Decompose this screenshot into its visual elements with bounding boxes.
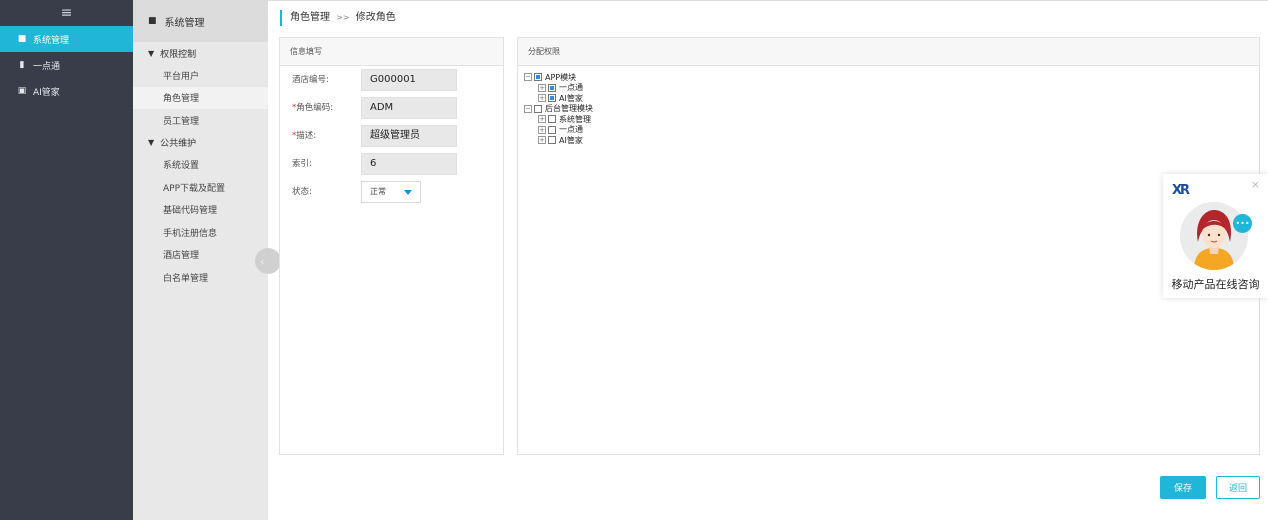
tree-node-admin-module: − 后台管理模块 <box>524 104 593 115</box>
sub-group-permission[interactable]: ▼ 权限控制 <box>133 42 268 64</box>
sub-sidebar: ■ 系统管理 ▼ 权限控制 平台用户 角色管理 员工管理 ▼ 公共维护 系统设置… <box>133 0 268 520</box>
info-panel: 信息填写 酒店编号: G000001 *角色编码: ADM *描述: 超级管理员… <box>279 37 504 455</box>
nav-item-ai-butler[interactable]: ▣ AI管家 <box>0 78 133 104</box>
sub-item-whitelist[interactable]: 白名单管理 <box>133 266 268 289</box>
tree-checkbox[interactable] <box>534 73 542 82</box>
expand-plus-icon[interactable]: + <box>538 125 546 134</box>
sub-item-app-download[interactable]: APP下载及配置 <box>133 176 268 199</box>
breadcrumb: 角色管理 >> 修改角色 <box>280 10 396 26</box>
menu-toggle-icon[interactable]: ≡ <box>0 0 133 26</box>
role-code-input[interactable]: ADM <box>361 97 457 119</box>
grid-icon: ■ <box>148 16 157 26</box>
tree-checkbox[interactable] <box>548 94 556 103</box>
main-sidebar: ≡ ■ 系统管理 ▮ 一点通 ▣ AI管家 <box>0 0 133 520</box>
caret-down-icon: ▼ <box>148 138 155 147</box>
permission-panel-title: 分配权限 <box>518 38 1259 66</box>
bar-chart-icon: ▮ <box>19 60 25 70</box>
tree-checkbox[interactable] <box>548 125 556 134</box>
chat-bubble-icon: ••• <box>1233 214 1252 233</box>
sub-item-phone-registration[interactable]: 手机注册信息 <box>133 221 268 244</box>
sub-group-public[interactable]: ▼ 公共维护 <box>133 132 268 154</box>
index-label: 索引: <box>292 159 312 169</box>
tree-node-label: 一点通 <box>559 125 583 135</box>
collapse-minus-icon[interactable]: − <box>524 73 532 82</box>
tree-checkbox[interactable] <box>534 104 542 113</box>
collapse-minus-icon[interactable]: − <box>524 104 532 113</box>
save-button[interactable]: 保存 <box>1160 476 1206 499</box>
hotel-code-input[interactable]: G000001 <box>361 69 457 91</box>
nav-item-system[interactable]: ■ 系统管理 <box>0 26 133 52</box>
sub-item-system-settings[interactable]: 系统设置 <box>133 154 268 177</box>
tree-node-app-ai-butler: + AI管家 <box>524 93 593 104</box>
nav-item-label: 一点通 <box>33 61 61 72</box>
breadcrumb-separator: >> <box>336 13 350 22</box>
expand-plus-icon[interactable]: + <box>538 83 546 92</box>
support-agent-icon <box>1180 202 1248 270</box>
sub-item-staff-management[interactable]: 员工管理 <box>133 109 268 132</box>
expand-plus-icon[interactable]: + <box>538 115 546 124</box>
description-label: *描述: <box>292 131 317 141</box>
tree-node-admin-system: + 系统管理 <box>524 114 593 125</box>
breadcrumb-current: 修改角色 <box>355 12 396 23</box>
consult-text: 移动产品在线咨询 <box>1171 278 1260 291</box>
breadcrumb-parent[interactable]: 角色管理 <box>290 12 330 23</box>
permission-panel: 分配权限 − APP模块 + 一点通 + AI管家 − 后台管理模块 + 系统管… <box>517 37 1260 455</box>
sub-item-hotel-management[interactable]: 酒店管理 <box>133 244 268 267</box>
tree-node-app-yidiantong: + 一点通 <box>524 83 593 94</box>
permission-tree: − APP模块 + 一点通 + AI管家 − 后台管理模块 + 系统管理 + 一… <box>524 72 593 146</box>
status-select-value: 正常 <box>370 187 386 196</box>
index-input[interactable]: 6 <box>361 153 457 175</box>
caret-down-icon: ▼ <box>148 48 155 58</box>
collapse-sidebar-button[interactable]: ‹ <box>255 248 281 274</box>
role-code-label: *角色编码: <box>292 103 334 113</box>
close-icon[interactable]: × <box>1251 178 1260 191</box>
form-row-hotel-code: 酒店编号: G000001 <box>280 69 503 91</box>
sub-item-base-code[interactable]: 基础代码管理 <box>133 199 268 222</box>
back-button[interactable]: 返回 <box>1216 476 1260 499</box>
expand-plus-icon[interactable]: + <box>538 136 546 145</box>
sub-item-role-management[interactable]: 角色管理 <box>133 86 268 109</box>
tree-node-label: AI管家 <box>559 135 583 145</box>
status-select[interactable]: 正常 <box>361 181 421 203</box>
sub-item-platform-users[interactable]: 平台用户 <box>133 64 268 87</box>
tree-checkbox[interactable] <box>548 136 556 145</box>
form-row-role-code: *角色编码: ADM <box>280 97 503 119</box>
sub-sidebar-title-text: 系统管理 <box>164 17 205 29</box>
form-row-description: *描述: 超级管理员 <box>280 125 503 147</box>
sub-sidebar-title: ■ 系统管理 <box>133 0 268 42</box>
tree-node-admin-ai-butler: + AI管家 <box>524 135 593 146</box>
nav-item-label: AI管家 <box>33 87 60 98</box>
form-row-index: 索引: 6 <box>280 153 503 175</box>
info-panel-title: 信息填写 <box>280 38 503 66</box>
chevron-left-icon: ‹ <box>260 254 265 268</box>
hotel-code-label: 酒店编号: <box>292 75 329 85</box>
top-divider <box>268 0 1268 1</box>
lock-icon: ▣ <box>17 86 27 96</box>
grid-icon: ■ <box>17 34 27 44</box>
tree-node-label: 系统管理 <box>559 114 591 124</box>
nav-item-yidiantong[interactable]: ▮ 一点通 <box>0 52 133 78</box>
brand-logo-icon: XR <box>1172 183 1190 198</box>
tree-node-label: 一点通 <box>559 83 583 93</box>
tree-node-label: 后台管理模块 <box>545 104 593 114</box>
tree-checkbox[interactable] <box>548 83 556 92</box>
sub-group-label: 公共维护 <box>160 139 197 149</box>
online-consult-widget[interactable]: XR × ••• 移动产品在线咨询 <box>1163 174 1268 298</box>
expand-plus-icon[interactable]: + <box>538 94 546 103</box>
caret-down-icon <box>404 190 412 195</box>
nav-item-label: 系统管理 <box>33 35 70 46</box>
avatar <box>1180 202 1248 270</box>
tree-node-label: APP模块 <box>545 72 577 82</box>
status-label: 状态: <box>292 187 312 197</box>
sub-group-label: 权限控制 <box>160 49 197 60</box>
form-row-status: 状态: 正常 <box>280 181 503 203</box>
tree-node-admin-yidiantong: + 一点通 <box>524 125 593 136</box>
tree-node-label: AI管家 <box>559 93 583 103</box>
description-input[interactable]: 超级管理员 <box>361 125 457 147</box>
tree-node-app-module: − APP模块 <box>524 72 593 83</box>
tree-checkbox[interactable] <box>548 115 556 124</box>
